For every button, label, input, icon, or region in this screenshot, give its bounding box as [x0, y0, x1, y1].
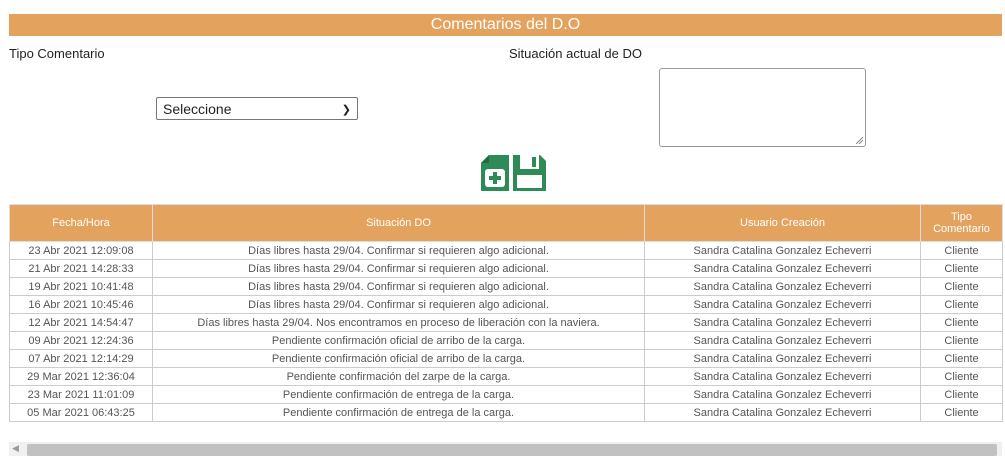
select-value: Seleccione: [163, 101, 232, 117]
table-row: 16 Abr 2021 10:45:46 Días libres hasta 2…: [9, 295, 1003, 314]
cell-usuario: Sandra Catalina Gonzalez Echeverri: [644, 367, 921, 386]
table-row: 23 Mar 2021 11:01:09 Pendiente confirmac…: [9, 385, 1003, 404]
cell-tipo: Cliente: [920, 313, 1003, 332]
add-document-icon[interactable]: [481, 155, 509, 191]
cell-fecha: 16 Abr 2021 10:45:46: [9, 295, 153, 314]
cell-usuario: Sandra Catalina Gonzalez Echeverri: [644, 277, 921, 296]
cell-fecha: 29 Mar 2021 12:36:04: [9, 367, 153, 386]
cell-situacion: Pendiente confirmación de entrega de la …: [152, 385, 645, 404]
section-title: Comentarios del D.O: [9, 14, 1002, 36]
cell-tipo: Cliente: [920, 385, 1003, 404]
cell-tipo: Cliente: [920, 349, 1003, 368]
cell-usuario: Sandra Catalina Gonzalez Echeverri: [644, 385, 921, 404]
cell-usuario: Sandra Catalina Gonzalez Echeverri: [644, 295, 921, 314]
table-row: 07 Abr 2021 12:14:29 Pendiente confirmac…: [9, 349, 1003, 368]
cell-situacion: Pendiente confirmación de entrega de la …: [152, 403, 645, 422]
cell-situacion: Días libres hasta 29/04. Confirmar si re…: [152, 241, 645, 260]
table-row: 12 Abr 2021 14:54:47 Días libres hasta 2…: [9, 313, 1003, 332]
cell-fecha: 12 Abr 2021 14:54:47: [9, 313, 153, 332]
save-icon[interactable]: [513, 155, 546, 191]
cell-fecha: 19 Abr 2021 10:41:48: [9, 277, 153, 296]
cell-tipo: Cliente: [920, 277, 1003, 296]
horizontal-scrollbar[interactable]: ◀: [9, 442, 1002, 456]
situacion-actual-label: Situación actual de DO: [509, 46, 642, 61]
table-row: 19 Abr 2021 10:41:48 Días libres hasta 2…: [9, 277, 1003, 296]
cell-situacion: Días libres hasta 29/04. Confirmar si re…: [152, 295, 645, 314]
cell-situacion: Pendiente confirmación del zarpe de la c…: [152, 367, 645, 386]
cell-situacion: Pendiente confirmación oficial de arribo…: [152, 331, 645, 350]
tipo-comentario-select[interactable]: Seleccione ❯: [156, 97, 358, 120]
table-header-row: Fecha/Hora Situación DO Usuario Creación…: [9, 204, 1003, 242]
column-header-tipo[interactable]: Tipo Comentario: [920, 204, 1003, 242]
scroll-left-arrow-icon[interactable]: ◀: [12, 443, 19, 454]
cell-tipo: Cliente: [920, 367, 1003, 386]
tipo-comentario-label: Tipo Comentario: [9, 46, 105, 61]
cell-situacion: Días libres hasta 29/04. Nos encontramos…: [152, 313, 645, 332]
table-row: 09 Abr 2021 12:24:36 Pendiente confirmac…: [9, 331, 1003, 350]
resize-grip-icon[interactable]: [856, 137, 863, 144]
cell-situacion: Pendiente confirmación oficial de arribo…: [152, 349, 645, 368]
cell-situacion: Días libres hasta 29/04. Confirmar si re…: [152, 277, 645, 296]
cell-tipo: Cliente: [920, 241, 1003, 260]
chevron-down-icon: ❯: [341, 104, 351, 116]
table-row: 21 Abr 2021 14:28:33 Días libres hasta 2…: [9, 259, 1003, 278]
comments-table: Fecha/Hora Situación DO Usuario Creación…: [9, 204, 1003, 422]
scrollbar-thumb[interactable]: [27, 444, 997, 456]
cell-usuario: Sandra Catalina Gonzalez Echeverri: [644, 331, 921, 350]
table-row: 23 Abr 2021 12:09:08 Días libres hasta 2…: [9, 241, 1003, 260]
cell-usuario: Sandra Catalina Gonzalez Echeverri: [644, 259, 921, 278]
cell-usuario: Sandra Catalina Gonzalez Echeverri: [644, 403, 921, 422]
column-header-situacion[interactable]: Situación DO: [152, 204, 645, 242]
cell-usuario: Sandra Catalina Gonzalez Echeverri: [644, 313, 921, 332]
situacion-textarea[interactable]: [659, 68, 866, 147]
table-row: 05 Mar 2021 06:43:25 Pendiente confirmac…: [9, 403, 1003, 422]
cell-tipo: Cliente: [920, 331, 1003, 350]
cell-situacion: Días libres hasta 29/04. Confirmar si re…: [152, 259, 645, 278]
cell-usuario: Sandra Catalina Gonzalez Echeverri: [644, 349, 921, 368]
cell-fecha: 09 Abr 2021 12:24:36: [9, 331, 153, 350]
cell-fecha: 23 Mar 2021 11:01:09: [9, 385, 153, 404]
cell-fecha: 07 Abr 2021 12:14:29: [9, 349, 153, 368]
cell-fecha: 05 Mar 2021 06:43:25: [9, 403, 153, 422]
cell-tipo: Cliente: [920, 403, 1003, 422]
cell-tipo: Cliente: [920, 295, 1003, 314]
table-row: 29 Mar 2021 12:36:04 Pendiente confirmac…: [9, 367, 1003, 386]
cell-tipo: Cliente: [920, 259, 1003, 278]
column-header-usuario[interactable]: Usuario Creación: [644, 204, 921, 242]
cell-fecha: 23 Abr 2021 12:09:08: [9, 241, 153, 260]
cell-fecha: 21 Abr 2021 14:28:33: [9, 259, 153, 278]
column-header-fecha[interactable]: Fecha/Hora: [9, 204, 153, 242]
cell-usuario: Sandra Catalina Gonzalez Echeverri: [644, 241, 921, 260]
